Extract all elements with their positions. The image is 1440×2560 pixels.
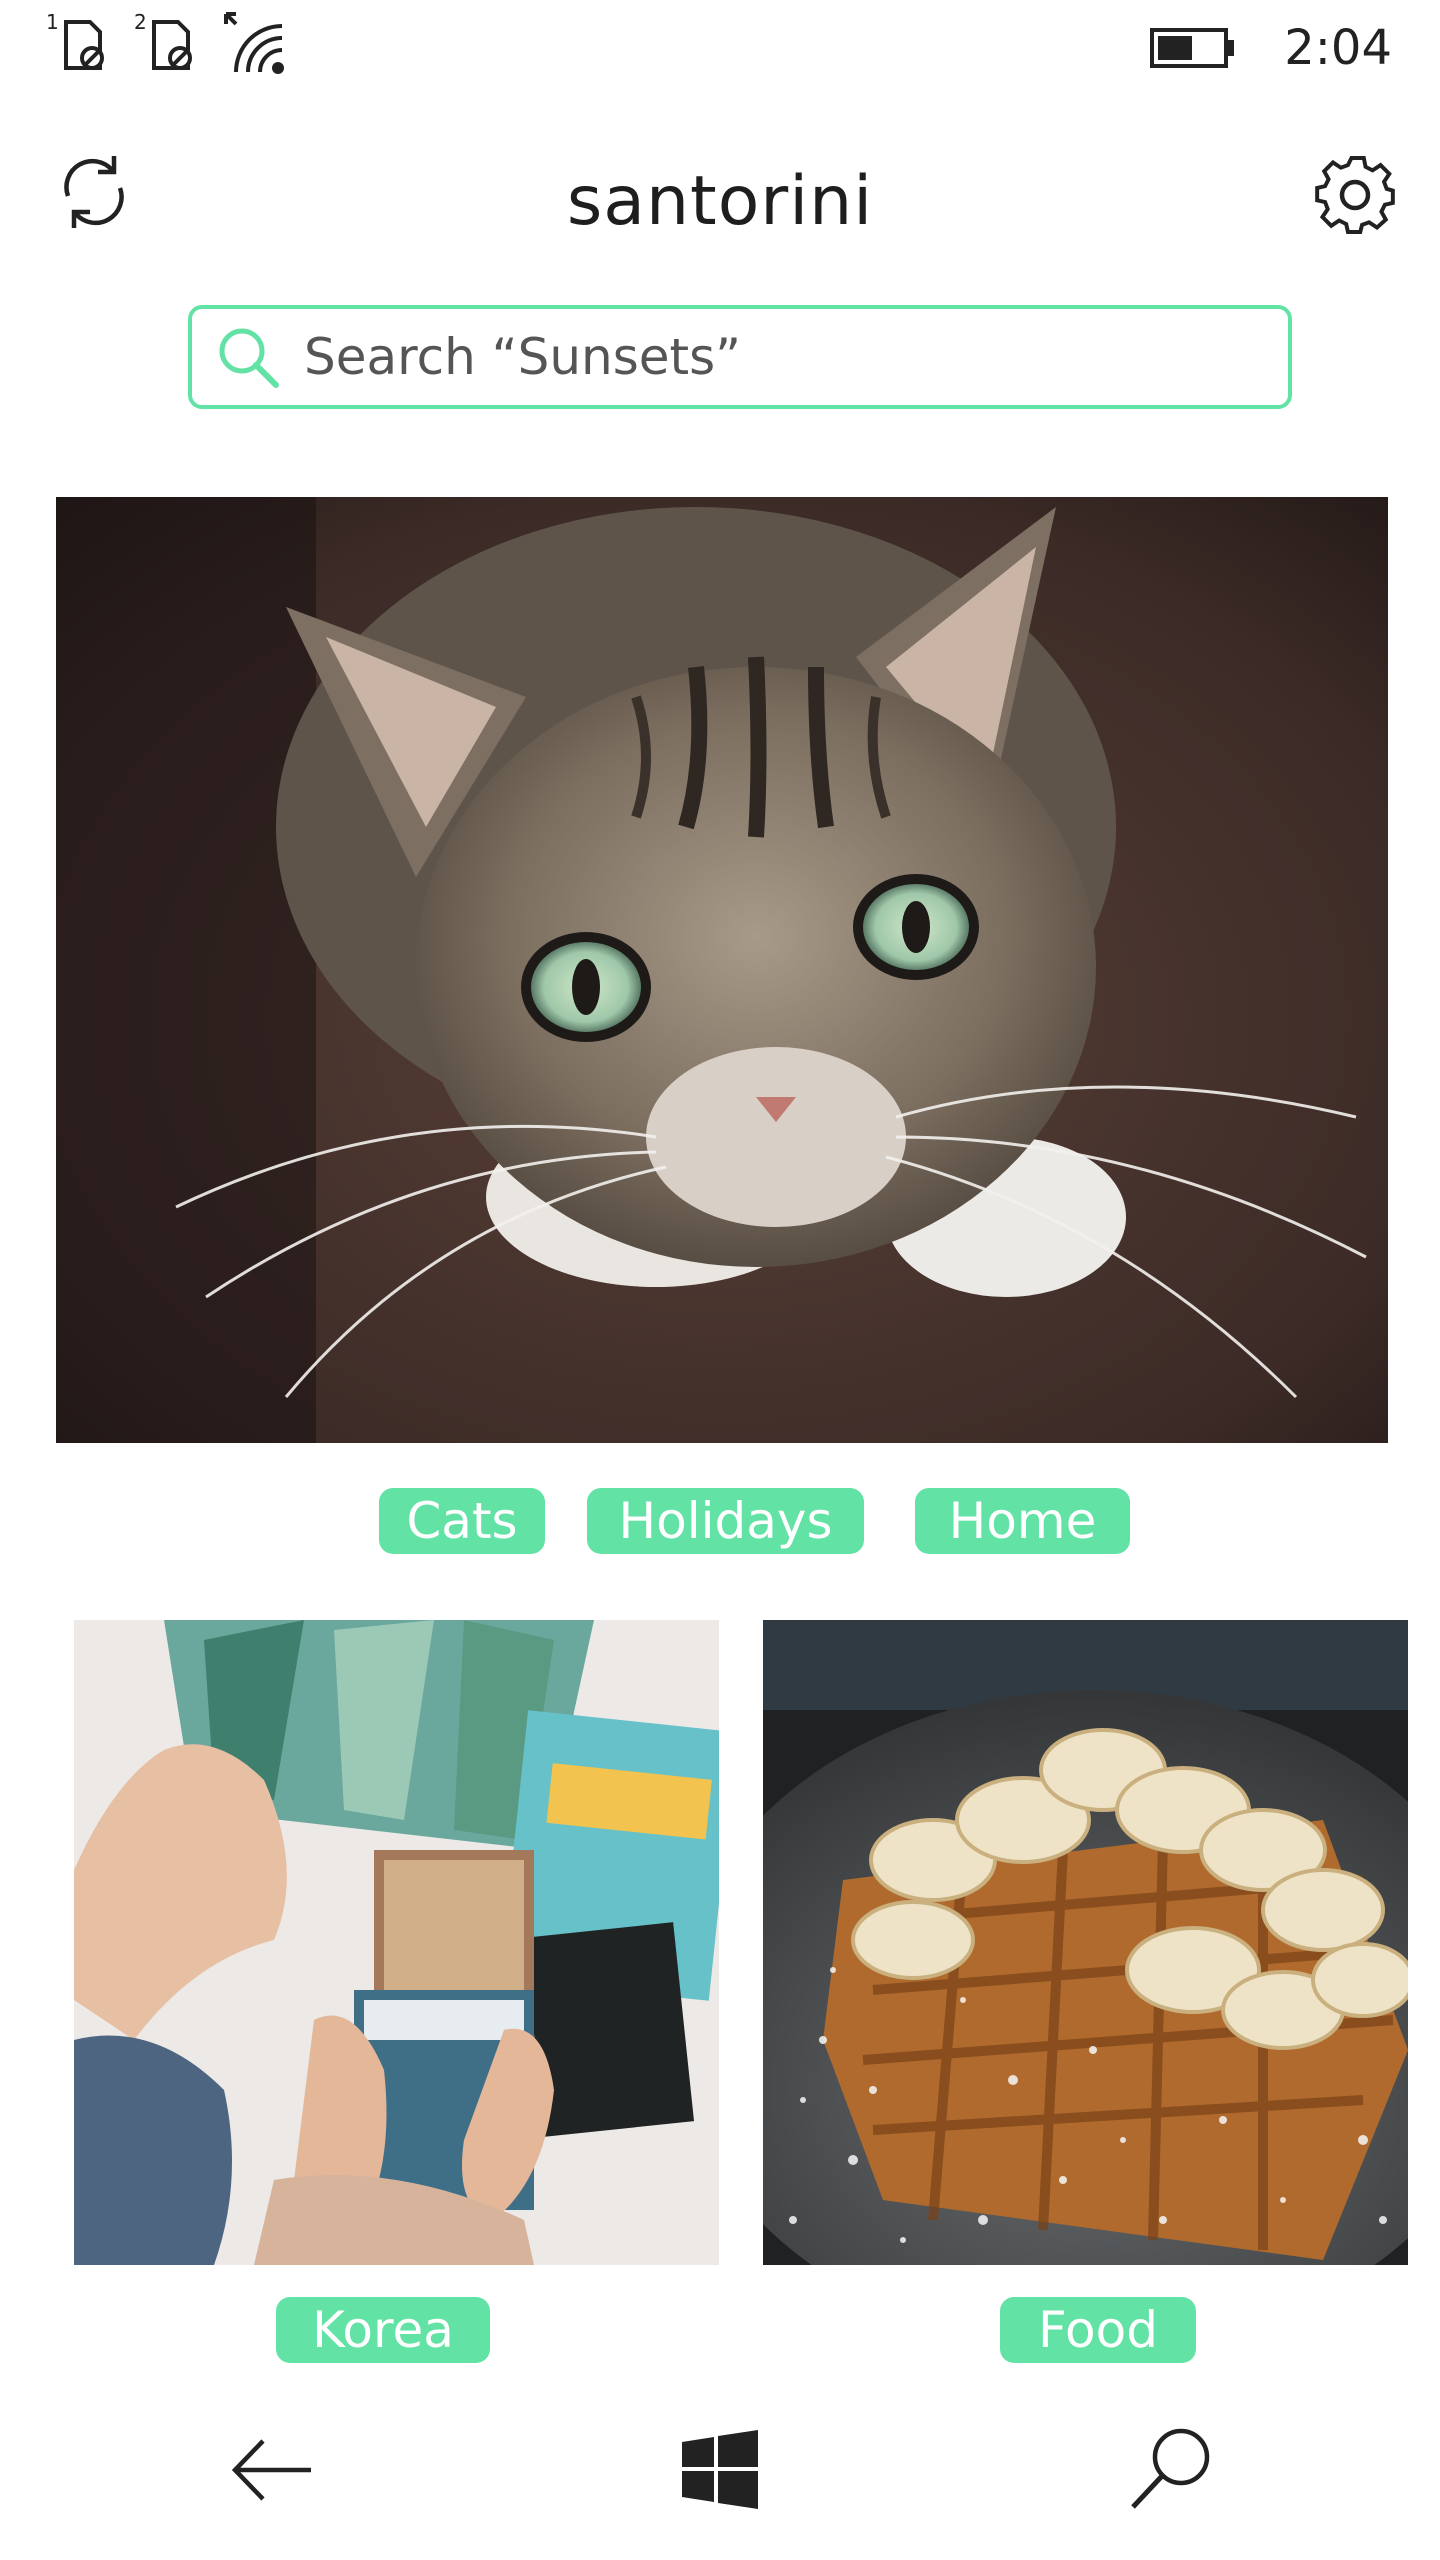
app-title: santorini xyxy=(566,162,874,241)
back-button[interactable] xyxy=(222,2420,322,2520)
tag-cats[interactable]: Cats xyxy=(379,1488,545,1554)
sim-no-service-icon xyxy=(64,20,104,70)
app-header: santorini xyxy=(0,120,1440,280)
search-input[interactable] xyxy=(304,328,1264,386)
settings-button[interactable] xyxy=(1310,150,1400,240)
nav-search-button[interactable] xyxy=(1120,2418,1220,2518)
sim-no-service-icon xyxy=(152,20,192,70)
tag-holidays[interactable]: Holidays xyxy=(587,1488,864,1554)
start-button[interactable] xyxy=(670,2420,770,2520)
windows-logo-icon xyxy=(682,2430,758,2509)
tag-korea[interactable]: Korea xyxy=(276,2297,490,2363)
back-arrow-icon xyxy=(231,2439,311,2501)
cat-image xyxy=(56,497,1388,1443)
magazines-image xyxy=(74,1620,719,2265)
waffle-photo[interactable] xyxy=(763,1620,1408,2265)
cat-photo[interactable] xyxy=(56,497,1388,1443)
search-box[interactable] xyxy=(188,305,1292,409)
navigation-bar xyxy=(0,2380,1440,2560)
wifi-icon xyxy=(224,12,284,74)
status-bar: 1 2 2:04 xyxy=(0,0,1440,92)
sim2-slot-label: 2 xyxy=(134,10,147,34)
clock: 2:04 xyxy=(1284,20,1392,76)
battery-icon xyxy=(1150,28,1234,68)
tag-food[interactable]: Food xyxy=(1000,2297,1196,2363)
gear-icon xyxy=(1315,156,1395,234)
sim1-slot-label: 1 xyxy=(46,10,59,34)
magazines-photo[interactable] xyxy=(74,1620,719,2265)
search-icon xyxy=(219,328,279,388)
search-icon xyxy=(1131,2428,1210,2509)
waffle-image xyxy=(763,1620,1408,2265)
tag-home[interactable]: Home xyxy=(915,1488,1130,1554)
